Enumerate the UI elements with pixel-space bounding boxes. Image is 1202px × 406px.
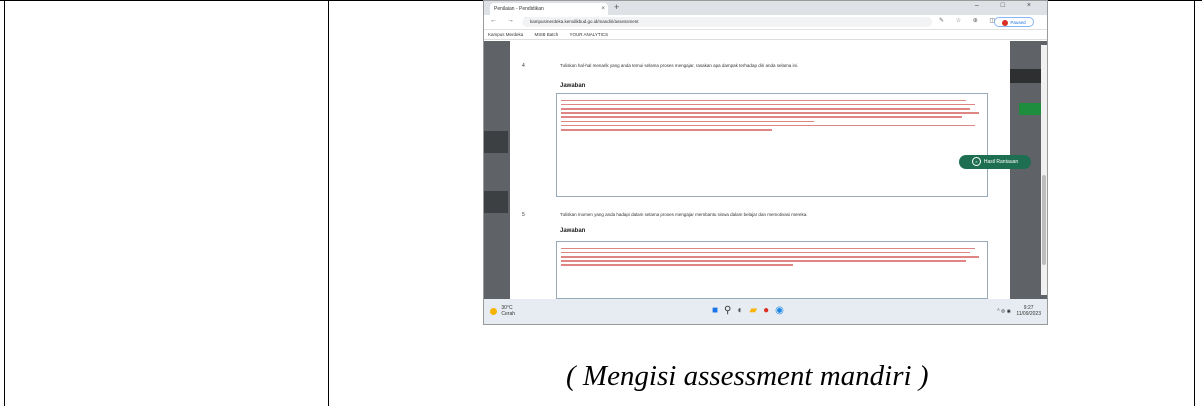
- results-button-label: Hasil Rantauan: [983, 159, 1019, 165]
- close-icon[interactable]: ×: [601, 3, 605, 15]
- browser-tab-bar: Penilaian - Pendidikan × + – □ ×: [484, 1, 1047, 15]
- tray-icons[interactable]: ^ ⊜ ◉: [997, 308, 1011, 314]
- taskbar-icons: ■⚲◐▰●◉: [712, 305, 790, 316]
- bookmark-item[interactable]: YOUR ANALYTICS: [569, 32, 608, 37]
- address-bar-row: ← → C kampusmerdeka.kemdikbud.go.id/mand…: [484, 15, 1047, 30]
- answer-textarea[interactable]: [556, 241, 988, 299]
- question-text: Tuliskan hal-hal menarik yang anda temui…: [560, 63, 799, 68]
- embedded-screenshot: Penilaian - Pendidikan × + – □ × ← → C k…: [483, 0, 1048, 325]
- backdrop-left-block: [484, 131, 508, 153]
- page-scrollbar[interactable]: [1041, 45, 1047, 295]
- avatar: [1002, 19, 1009, 26]
- results-button[interactable]: × Hasil Rantauan: [959, 155, 1031, 169]
- folder-icon[interactable]: ▰: [749, 305, 763, 316]
- backdrop-green-block: [1019, 103, 1043, 115]
- chrome-icon[interactable]: ●: [763, 305, 775, 316]
- extension-icons[interactable]: ✎ ☆ ⊕ ◫: [939, 17, 1000, 24]
- profile-label: Paused: [1010, 20, 1026, 25]
- windows-taskbar: 30°C Cerah ■⚲◐▰●◉ ^ ⊜ ◉ 9:27 11/09/2023: [484, 299, 1047, 324]
- answer-textarea[interactable]: [556, 93, 988, 197]
- clock[interactable]: 9:27 11/09/2023: [1016, 305, 1041, 317]
- system-tray: ^ ⊜ ◉ 9:27 11/09/2023: [997, 305, 1041, 317]
- url-field[interactable]: kampusmerdeka.kemdikbud.go.id/mandiri/as…: [522, 17, 932, 27]
- task-view-icon[interactable]: ◐: [737, 305, 749, 316]
- weather-status: Cerah: [501, 311, 516, 317]
- tab-title: Penilaian - Pendidikan: [494, 6, 544, 12]
- search-icon[interactable]: ⚲: [724, 305, 737, 316]
- assessment-panel: 4 Tuliskan hal-hal menarik yang anda tem…: [510, 41, 1010, 299]
- weather-widget[interactable]: 30°C Cerah: [490, 305, 515, 317]
- bookmarks-bar: Kampus Merdeka MSIB Batch YOUR ANALYTICS: [484, 30, 1047, 40]
- page-backdrop: 4 Tuliskan hal-hal menarik yang anda tem…: [484, 41, 1047, 299]
- new-tab-icon[interactable]: +: [614, 2, 619, 12]
- question-number: 5: [522, 212, 525, 218]
- clock-date: 11/09/2023: [1016, 311, 1041, 317]
- question-number: 4: [522, 63, 525, 69]
- figure-caption: ( Mengisi assessment mandiri ): [566, 360, 929, 392]
- window-controls[interactable]: – □ ×: [975, 2, 1041, 9]
- backdrop-left-block: [484, 191, 508, 213]
- edge-icon[interactable]: ◉: [775, 305, 790, 316]
- scrollbar-thumb[interactable]: [1042, 175, 1046, 265]
- profile-button[interactable]: Paused: [994, 17, 1034, 27]
- sun-icon: [490, 307, 497, 315]
- start-icon[interactable]: ■: [712, 305, 724, 316]
- bookmark-item[interactable]: Kampus Merdeka: [488, 32, 523, 37]
- answer-heading: Jawaban: [560, 228, 586, 234]
- bookmark-item[interactable]: MSIB Batch: [535, 32, 559, 37]
- table-right-border: [1194, 0, 1195, 406]
- browser-tab[interactable]: Penilaian - Pendidikan ×: [490, 3, 608, 15]
- question-text: Tuliskan momen yang anda hadapi dalam se…: [560, 212, 808, 217]
- table-left-border: [4, 0, 5, 406]
- table-column-divider: [328, 0, 329, 406]
- close-icon: ×: [971, 157, 981, 167]
- answer-heading: Jawaban: [560, 83, 586, 89]
